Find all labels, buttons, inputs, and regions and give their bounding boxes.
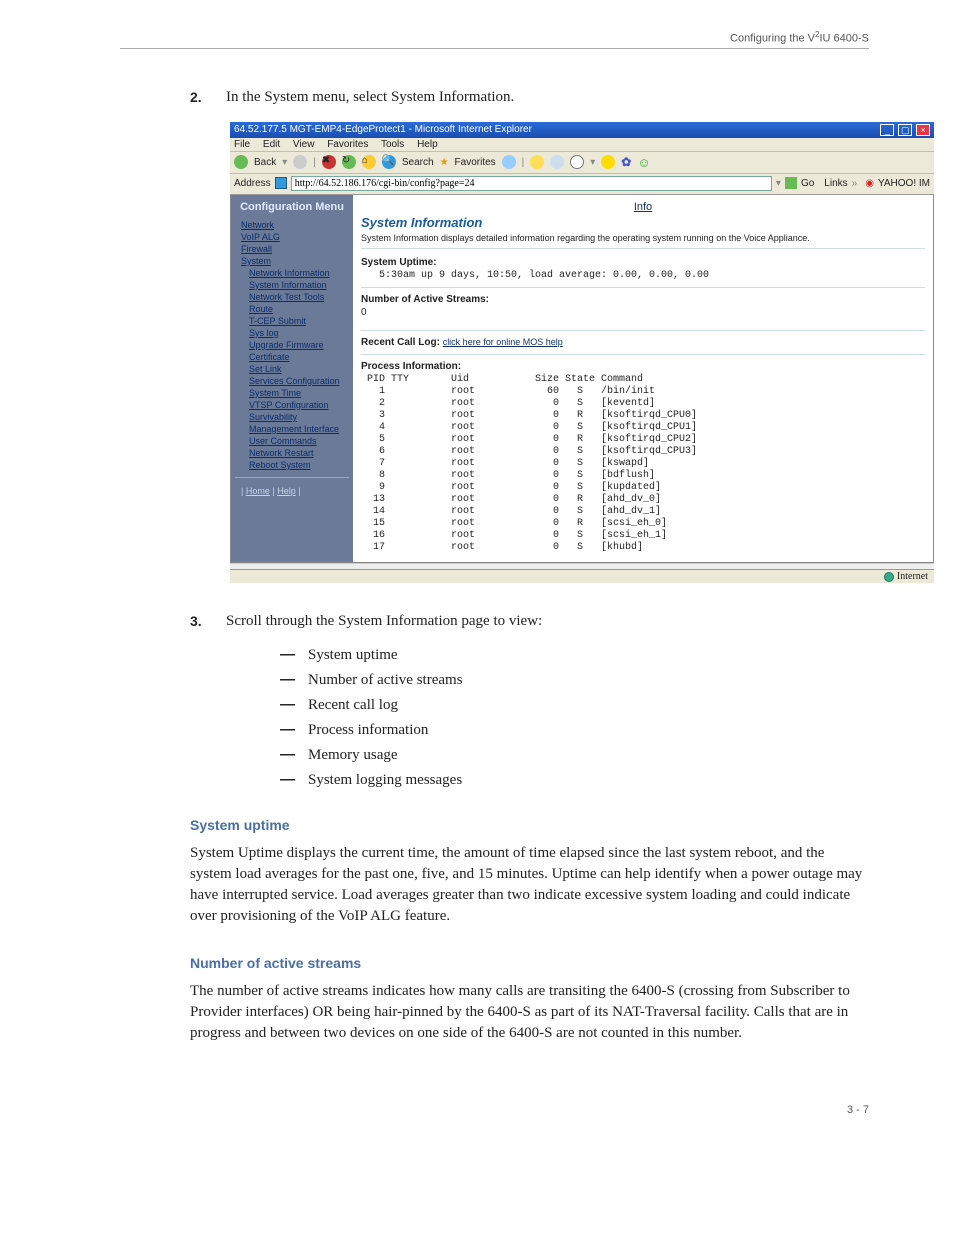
favorites-icon[interactable]: ★ — [440, 157, 449, 168]
nav-system-info[interactable]: System Information — [235, 279, 349, 291]
favorites-button[interactable]: Favorites — [455, 157, 496, 168]
status-text: Internet — [897, 571, 928, 582]
nav-user-cmds[interactable]: User Commands — [235, 435, 349, 447]
nav-certificate[interactable]: Certificate — [235, 351, 349, 363]
sidebar-title: Configuration Menu — [235, 201, 349, 213]
page-description: System Information displays detailed inf… — [361, 233, 925, 250]
close-icon[interactable]: × — [916, 124, 930, 136]
list-item: —Recent call log — [280, 696, 869, 714]
uptime-value: 5:30am up 9 days, 10:50, load average: 0… — [361, 270, 925, 281]
nav-network-info[interactable]: Network Information — [235, 267, 349, 279]
forward-icon[interactable] — [293, 155, 307, 169]
home-icon[interactable]: ⌂ — [362, 155, 376, 169]
maximize-icon[interactable]: ▢ — [898, 124, 912, 136]
mail-icon[interactable] — [530, 155, 544, 169]
search-icon[interactable]: 🔍 — [382, 155, 396, 169]
embedded-screenshot: 64.52.177.5 MGT-EMP4-EdgeProtect1 - Micr… — [230, 122, 934, 584]
nav-route[interactable]: Route — [235, 303, 349, 315]
nav-home[interactable]: Home — [246, 486, 270, 496]
process-info-label: Process Information: — [361, 361, 925, 372]
list-item: —Process information — [280, 721, 869, 739]
nav-net-restart[interactable]: Network Restart — [235, 447, 349, 459]
go-icon[interactable] — [785, 177, 797, 189]
go-button[interactable]: Go — [801, 178, 814, 189]
process-table: PID TTY Uid Size State Command 1 root 60… — [361, 374, 925, 554]
address-input[interactable] — [291, 176, 772, 191]
section-streams-text: The number of active streams indicates h… — [190, 981, 869, 1044]
status-bar: Internet — [230, 569, 934, 583]
step-2-number: 2. — [190, 89, 222, 105]
step-3-text: Scroll through the System Information pa… — [226, 613, 542, 630]
links-label[interactable]: Links — [824, 178, 847, 189]
edit-icon[interactable] — [570, 155, 584, 169]
menu-favorites[interactable]: Favorites — [327, 139, 368, 150]
print-icon[interactable] — [550, 155, 564, 169]
nav-help[interactable]: Help — [277, 486, 296, 496]
nav-network-test[interactable]: Network Test Tools — [235, 291, 349, 303]
active-streams-label: Number of Active Streams: — [361, 294, 925, 305]
page-header: Configuring the V2IU 6400-S — [120, 30, 869, 49]
info-link[interactable]: Info — [634, 201, 652, 213]
nav-services-cfg[interactable]: Services Configuration — [235, 375, 349, 387]
nav-syslog[interactable]: Sys log — [235, 327, 349, 339]
page-number: 3 - 7 — [120, 1104, 869, 1116]
list-item: —Memory usage — [280, 746, 869, 764]
section-uptime-heading: System uptime — [190, 817, 869, 833]
config-sidebar: Configuration Menu Network VoIP ALG Fire… — [231, 195, 353, 563]
list-item: —System uptime — [280, 646, 869, 664]
sidebar-footer: | Home | Help | — [235, 486, 349, 496]
mos-help-link[interactable]: click here for online MOS help — [443, 337, 563, 347]
menu-view[interactable]: View — [293, 139, 315, 150]
back-icon[interactable] — [234, 155, 248, 169]
nav-survivability[interactable]: Survivability — [235, 411, 349, 423]
messenger-icon[interactable]: ✿ — [621, 155, 631, 169]
section-uptime-text: System Uptime displays the current time,… — [190, 843, 869, 927]
step-3-number: 3. — [190, 613, 222, 629]
assistant-icon[interactable]: ☺ — [637, 155, 650, 170]
page-icon — [275, 177, 287, 189]
search-button[interactable]: Search — [402, 157, 434, 168]
history-icon[interactable] — [502, 155, 516, 169]
nav-voip-alg[interactable]: VoIP ALG — [235, 231, 349, 243]
bullet-list: —System uptime —Number of active streams —… — [280, 646, 869, 789]
back-button[interactable]: Back — [254, 157, 276, 168]
config-main: Info System Information System Informati… — [353, 195, 933, 563]
nav-network[interactable]: Network — [235, 219, 349, 231]
list-item: —Number of active streams — [280, 671, 869, 689]
yahoo-button[interactable]: YAHOO! IM — [878, 178, 930, 189]
window-buttons[interactable]: _ ▢ × — [879, 124, 930, 136]
page-title: System Information — [361, 215, 925, 230]
nav-system[interactable]: System — [235, 255, 349, 267]
nav-system-time[interactable]: System Time — [235, 387, 349, 399]
window-title: 64.52.177.5 MGT-EMP4-EdgeProtect1 - Micr… — [234, 124, 532, 135]
uptime-label: System Uptime: — [361, 257, 925, 268]
nav-upgrade[interactable]: Upgrade Firmware — [235, 339, 349, 351]
refresh-icon[interactable]: ↻ — [342, 155, 356, 169]
minimize-icon[interactable]: _ — [880, 124, 894, 136]
nav-reboot[interactable]: Reboot System — [235, 459, 349, 471]
nav-firewall[interactable]: Firewall — [235, 243, 349, 255]
nav-tcep[interactable]: T-CEP Submit — [235, 315, 349, 327]
browser-menu[interactable]: File Edit View Favorites Tools Help — [230, 138, 934, 152]
menu-help[interactable]: Help — [417, 139, 438, 150]
menu-file[interactable]: File — [234, 139, 250, 150]
section-streams-heading: Number of active streams — [190, 955, 869, 971]
nav-mgmt-iface[interactable]: Management Interface — [235, 423, 349, 435]
menu-edit[interactable]: Edit — [263, 139, 280, 150]
list-item: —System logging messages — [280, 771, 869, 789]
address-label: Address — [234, 178, 271, 189]
nav-vtsp-cfg[interactable]: VTSP Configuration — [235, 399, 349, 411]
active-streams-value: 0 — [361, 305, 925, 324]
internet-zone-icon — [884, 572, 894, 582]
browser-toolbar[interactable]: Back ▾ | ✖ ↻ ⌂ 🔍 Search ★ Favorites | ▾ … — [230, 152, 934, 174]
stop-icon[interactable]: ✖ — [322, 155, 336, 169]
nav-set-link[interactable]: Set Link — [235, 363, 349, 375]
menu-tools[interactable]: Tools — [381, 139, 404, 150]
recent-call-log-label: Recent Call Log: — [361, 337, 440, 348]
step-2-text: In the System menu, select System Inform… — [226, 89, 514, 106]
yahoo-icon[interactable]: ◉ — [865, 178, 874, 189]
folder-icon[interactable] — [601, 155, 615, 169]
